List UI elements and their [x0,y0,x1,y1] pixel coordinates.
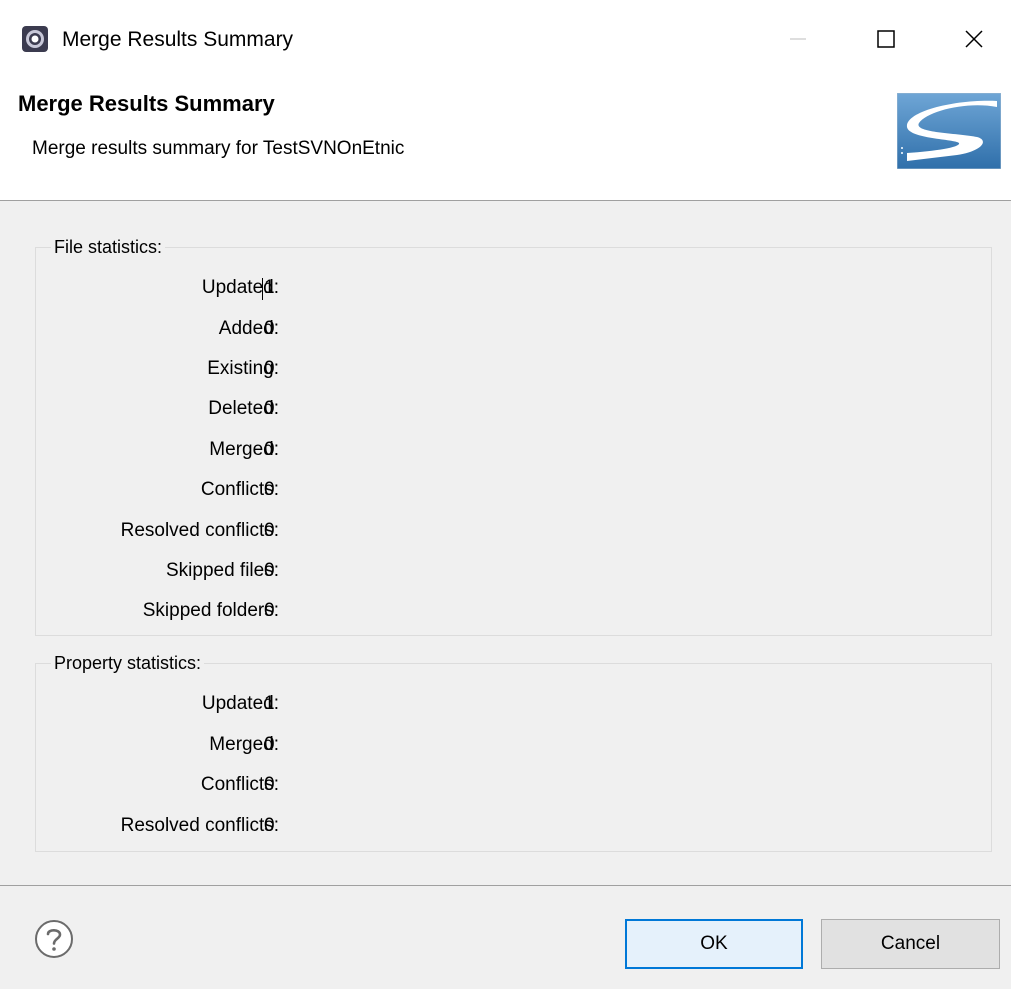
file-stat-value[interactable]: 0 [264,475,275,505]
minimize-button[interactable] [770,16,826,62]
file-stat-value[interactable]: 0 [264,556,275,586]
file-stat-skipped-folders-row: Skipped folders: 0 [36,596,436,626]
file-stat-label: Resolved conflicts: [120,520,279,541]
title-bar[interactable]: Merge Results Summary [0,0,1011,78]
prop-stat-value[interactable]: 1 [264,689,275,719]
help-icon[interactable] [34,919,74,959]
prop-stat-value[interactable]: 0 [264,770,275,800]
file-stat-value[interactable]: 0 [264,596,275,626]
footer-separator [0,885,1011,886]
property-statistics-group: Property statistics: Updated: 1 Merged: … [35,651,992,852]
file-stat-existing-row: Existing: 0 [36,354,436,384]
file-stat-updated-row: Updated: 1 [36,273,436,303]
file-stat-value[interactable]: 0 [264,394,275,424]
file-stat-value[interactable]: 0 [264,314,275,344]
cancel-button[interactable]: Cancel [821,919,1000,969]
file-statistics-group: File statistics: Updated: 1 Added: 0 Exi… [35,235,992,636]
svn-logo-icon [897,93,1001,169]
file-stat-skipped-files-row: Skipped files: 0 [36,556,436,586]
prop-stat-updated-row: Updated: 1 [36,689,436,719]
close-button[interactable] [946,16,1002,62]
prop-stat-value[interactable]: 0 [264,730,275,760]
file-stat-conflicts-row: Conflicts: 0 [36,475,436,505]
maximize-button[interactable] [858,16,914,62]
prop-stat-conflicts-row: Conflicts: 0 [36,770,436,800]
file-stat-label: Skipped files: [165,560,279,581]
header-description: Merge results summary for TestSVNOnEtnic [32,138,405,159]
maximize-icon [877,30,895,48]
close-icon [965,30,983,48]
eclipse-icon [22,26,48,52]
file-stat-value[interactable]: 0 [264,435,275,465]
file-stat-value[interactable]: 0 [264,516,275,546]
file-stat-added-row: Added: 0 [36,314,436,344]
property-statistics-legend: Property statistics: [51,651,205,675]
prop-stat-merged-row: Merged: 0 [36,730,436,760]
file-stat-merged-row: Merged: 0 [36,435,436,465]
minimize-icon [790,38,806,40]
ok-button[interactable]: OK [625,919,803,969]
file-stat-value[interactable]: 0 [264,354,275,384]
header-title: Merge Results Summary [18,91,275,116]
file-stat-deleted-row: Deleted: 0 [36,394,436,424]
window-title: Merge Results Summary [62,28,294,51]
file-stat-resolved-conflicts-row: Resolved conflicts: 0 [36,516,436,546]
prop-stat-resolved-conflicts-row: Resolved conflicts: 0 [36,811,436,841]
text-caret [262,278,263,300]
prop-stat-value[interactable]: 0 [264,811,275,841]
merge-results-dialog: Merge Results Summary Merge Results Summ… [0,0,1011,989]
file-stat-value[interactable]: 1 [264,273,275,303]
file-statistics-legend: File statistics: [51,235,166,259]
prop-stat-label: Resolved conflicts: [120,815,279,836]
dialog-header: Merge Results Summary Merge results summ… [0,78,1011,201]
file-stat-label: Skipped folders: [142,600,279,621]
